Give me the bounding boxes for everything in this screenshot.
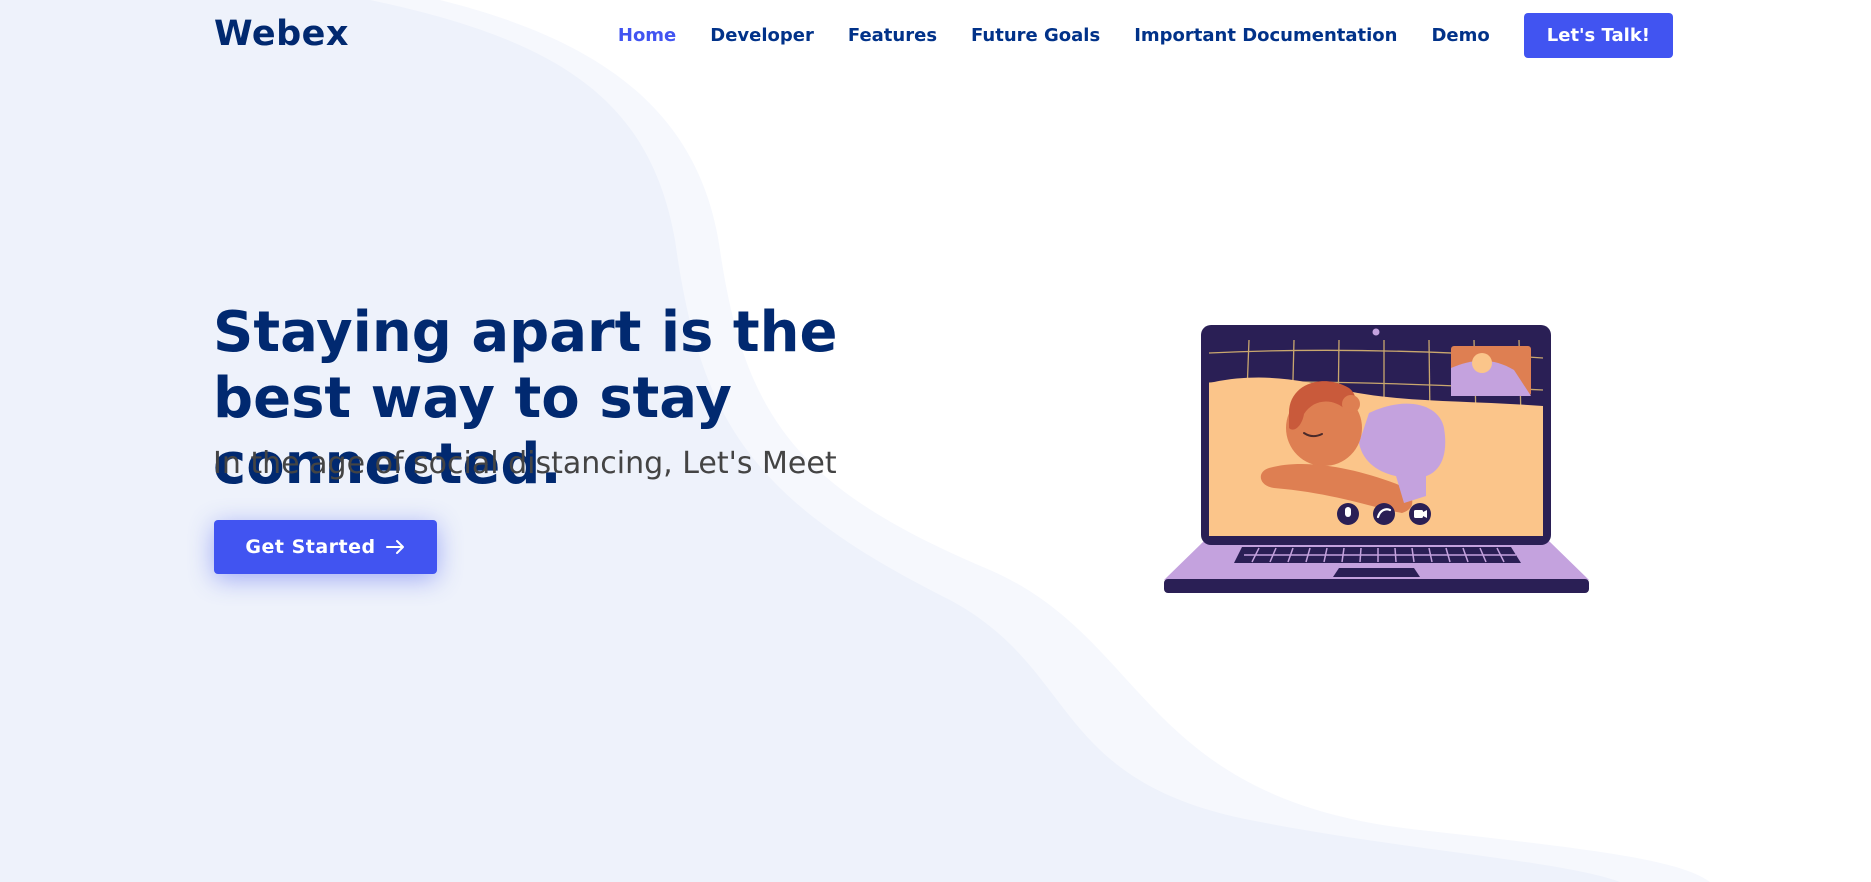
nav-link-home[interactable]: Home (618, 14, 676, 58)
nav-link-future-goals[interactable]: Future Goals (971, 14, 1100, 58)
nav-link-features[interactable]: Features (848, 14, 937, 58)
lets-talk-button[interactable]: Let's Talk! (1523, 13, 1673, 58)
main-nav: Home Developer Features Future Goals Imp… (584, 13, 1673, 58)
laptop-video-call-illustration (1164, 325, 1589, 593)
arrow-right-icon (385, 539, 406, 555)
hero-subtitle: In the age of social distancing, Let's M… (213, 446, 837, 481)
nav-link-important-documentation[interactable]: Important Documentation (1134, 14, 1397, 58)
site-header: Webex Home Developer Features Future Goa… (0, 0, 1871, 70)
get-started-label: Get Started (245, 536, 376, 558)
nav-link-developer[interactable]: Developer (710, 14, 814, 58)
logo[interactable]: Webex (214, 14, 349, 54)
get-started-button[interactable]: Get Started (214, 520, 437, 574)
nav-link-demo[interactable]: Demo (1431, 14, 1489, 58)
landing-page: Webex Home Developer Features Future Goa… (0, 0, 1871, 882)
